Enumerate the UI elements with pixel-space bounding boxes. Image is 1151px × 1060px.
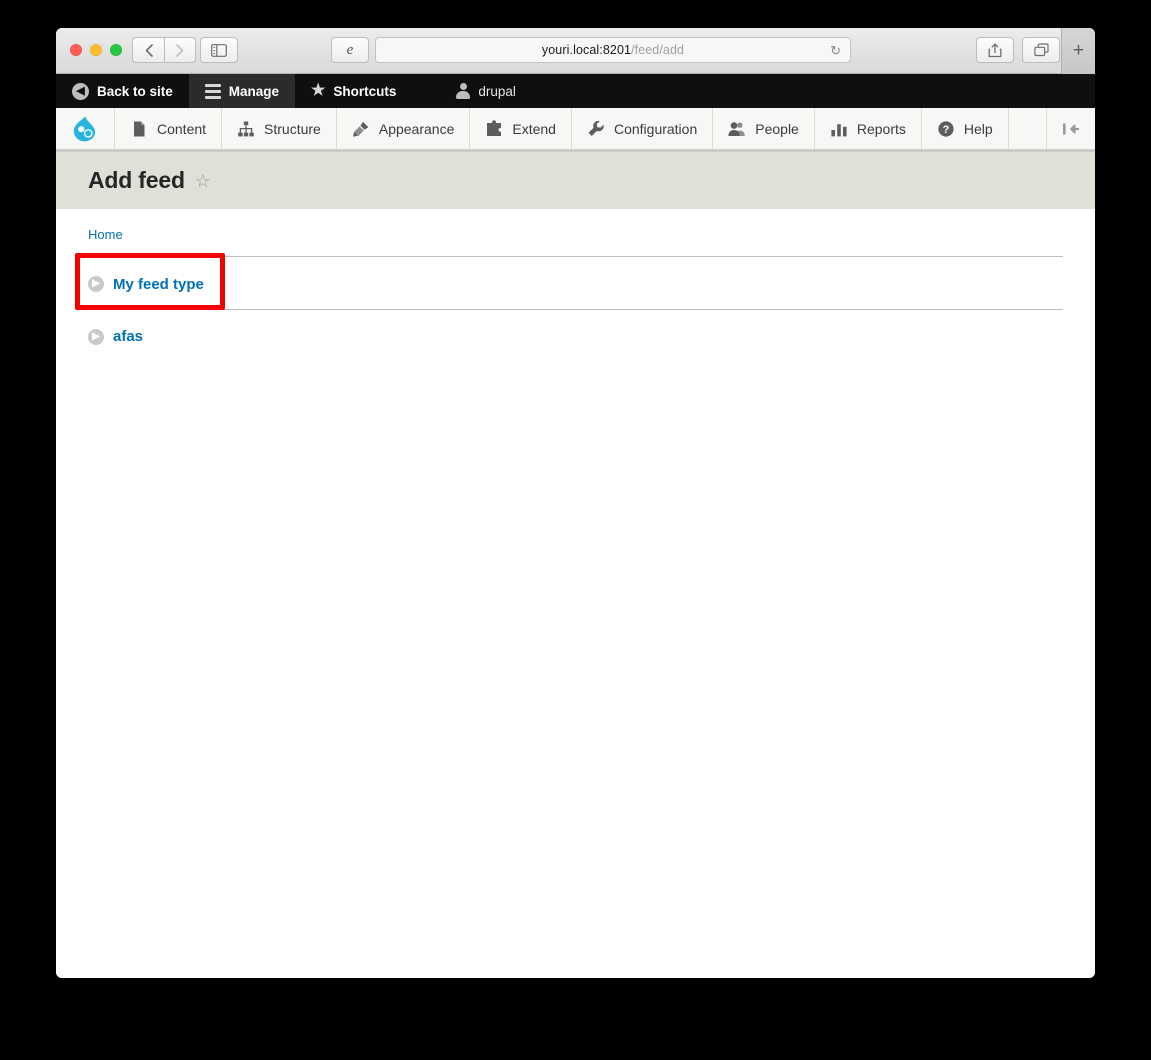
url-path: /feed/add bbox=[631, 43, 685, 57]
tab-overview-icon bbox=[1033, 43, 1049, 57]
menu-item-label: Reports bbox=[856, 120, 906, 137]
menu-item-extend[interactable]: Extend bbox=[470, 108, 572, 149]
minimize-window-button[interactable] bbox=[90, 44, 102, 56]
close-window-button[interactable] bbox=[70, 44, 82, 56]
menu-item-content[interactable]: Content bbox=[115, 108, 223, 149]
window-controls bbox=[70, 44, 122, 56]
svg-text:?: ? bbox=[943, 124, 950, 136]
bookmark-star-icon[interactable]: ☆ bbox=[195, 172, 211, 190]
page-content: Home ▶ My feed type ▶ afas bbox=[56, 209, 1095, 978]
breadcrumb-link-home[interactable]: Home bbox=[88, 227, 123, 242]
sitemap-icon bbox=[238, 121, 254, 136]
page-title: Add feed bbox=[88, 167, 185, 193]
address-bar-area: e youri.local:8201/feed/add ↻ bbox=[331, 37, 851, 63]
toolbar-item-label: Back to site bbox=[97, 83, 173, 99]
menu-item-label: Configuration bbox=[613, 120, 698, 137]
paintbrush-icon bbox=[352, 121, 369, 137]
feed-type-link-my-feed-type[interactable]: ▶ My feed type bbox=[88, 276, 204, 293]
chevron-right-circle-icon: ▶ bbox=[88, 328, 104, 345]
menu-item-label: Extend bbox=[512, 120, 556, 137]
toolbar-item-shortcuts[interactable]: ★ Shortcuts bbox=[295, 74, 412, 108]
address-bar[interactable]: youri.local:8201/feed/add ↻ bbox=[375, 37, 851, 63]
favicon-glyph: e bbox=[346, 41, 354, 58]
menu-item-people[interactable]: People bbox=[713, 108, 815, 149]
sidebar-toggle-button[interactable] bbox=[200, 37, 238, 63]
menu-item-appearance[interactable]: Appearance bbox=[337, 108, 471, 149]
toolbar-item-manage[interactable]: Manage bbox=[188, 74, 296, 108]
browser-toolbar: e youri.local:8201/feed/add ↻ + bbox=[56, 28, 1095, 74]
feed-type-label: afas bbox=[113, 328, 144, 345]
sidebar-icon bbox=[211, 43, 227, 57]
feed-type-list: ▶ My feed type ▶ afas bbox=[88, 256, 1063, 361]
site-favicon-button[interactable]: e bbox=[331, 37, 369, 63]
list-item[interactable]: ▶ afas bbox=[88, 310, 1063, 362]
person-icon bbox=[456, 83, 471, 99]
drupal-menu-bar: Content Structure Appearance Extend Conf… bbox=[56, 108, 1095, 152]
menu-item-label: Structure bbox=[264, 120, 321, 137]
navigation-buttons bbox=[132, 37, 196, 63]
url-host: youri.local:8201 bbox=[541, 43, 632, 57]
share-icon bbox=[988, 42, 1002, 57]
wrench-icon bbox=[588, 120, 604, 136]
toolbar-item-label: Manage bbox=[228, 83, 280, 99]
collapse-left-icon bbox=[1063, 123, 1079, 134]
share-button[interactable] bbox=[976, 37, 1014, 63]
star-icon: ★ bbox=[311, 82, 326, 99]
file-icon bbox=[134, 121, 145, 136]
url-text: youri.local:8201/feed/add bbox=[542, 43, 684, 57]
tab-overview-button[interactable] bbox=[1022, 37, 1060, 63]
menu-item-reports[interactable]: Reports bbox=[815, 108, 922, 149]
toolbar-item-user-account[interactable]: drupal bbox=[412, 74, 532, 108]
page-header: Add feed ☆ bbox=[56, 152, 1095, 209]
drupal-admin-toolbar: ◀ Back to site Manage ★ Shortcuts drupal bbox=[56, 74, 1095, 108]
menu-item-label: People bbox=[755, 120, 799, 137]
maximize-window-button[interactable] bbox=[110, 44, 122, 56]
browser-window: e youri.local:8201/feed/add ↻ + ◀ Back t… bbox=[56, 28, 1095, 978]
menu-item-structure[interactable]: Structure bbox=[222, 108, 337, 149]
bar-chart-icon bbox=[831, 123, 847, 136]
menu-item-configuration[interactable]: Configuration bbox=[572, 108, 714, 149]
toolbar-collapse-button[interactable] bbox=[1047, 108, 1095, 149]
feed-type-label: My feed type bbox=[113, 275, 204, 293]
back-button[interactable] bbox=[132, 37, 164, 63]
chevron-right-circle-icon: ▶ bbox=[88, 276, 104, 292]
drupal-droplet-logo bbox=[73, 116, 96, 141]
back-circle-icon: ◀ bbox=[72, 82, 89, 100]
people-icon bbox=[728, 121, 746, 136]
menu-bar-spacer bbox=[1009, 108, 1047, 149]
toolbar-item-label: Shortcuts bbox=[333, 83, 397, 99]
reload-button[interactable]: ↻ bbox=[830, 44, 841, 57]
puzzle-piece-icon bbox=[487, 119, 502, 136]
menu-item-label: Appearance bbox=[378, 120, 455, 137]
toolbar-item-back-to-site[interactable]: ◀ Back to site bbox=[56, 74, 189, 108]
new-tab-button[interactable]: + bbox=[1061, 28, 1095, 74]
breadcrumb: Home bbox=[88, 227, 1063, 242]
list-item[interactable]: ▶ My feed type bbox=[88, 256, 1063, 310]
chevron-right-icon bbox=[176, 43, 184, 57]
chevron-left-icon bbox=[145, 43, 153, 57]
toolbar-item-label: drupal bbox=[478, 83, 516, 99]
forward-button[interactable] bbox=[164, 37, 196, 63]
question-circle-icon: ? bbox=[938, 120, 954, 137]
menu-item-label: Content bbox=[157, 120, 207, 137]
menu-item-label: Help bbox=[963, 120, 993, 137]
menu-item-help[interactable]: ? Help bbox=[922, 108, 1009, 149]
feed-type-link-afas[interactable]: ▶ afas bbox=[88, 328, 143, 345]
drupal-home-link[interactable] bbox=[56, 108, 115, 149]
hamburger-icon bbox=[204, 83, 221, 99]
